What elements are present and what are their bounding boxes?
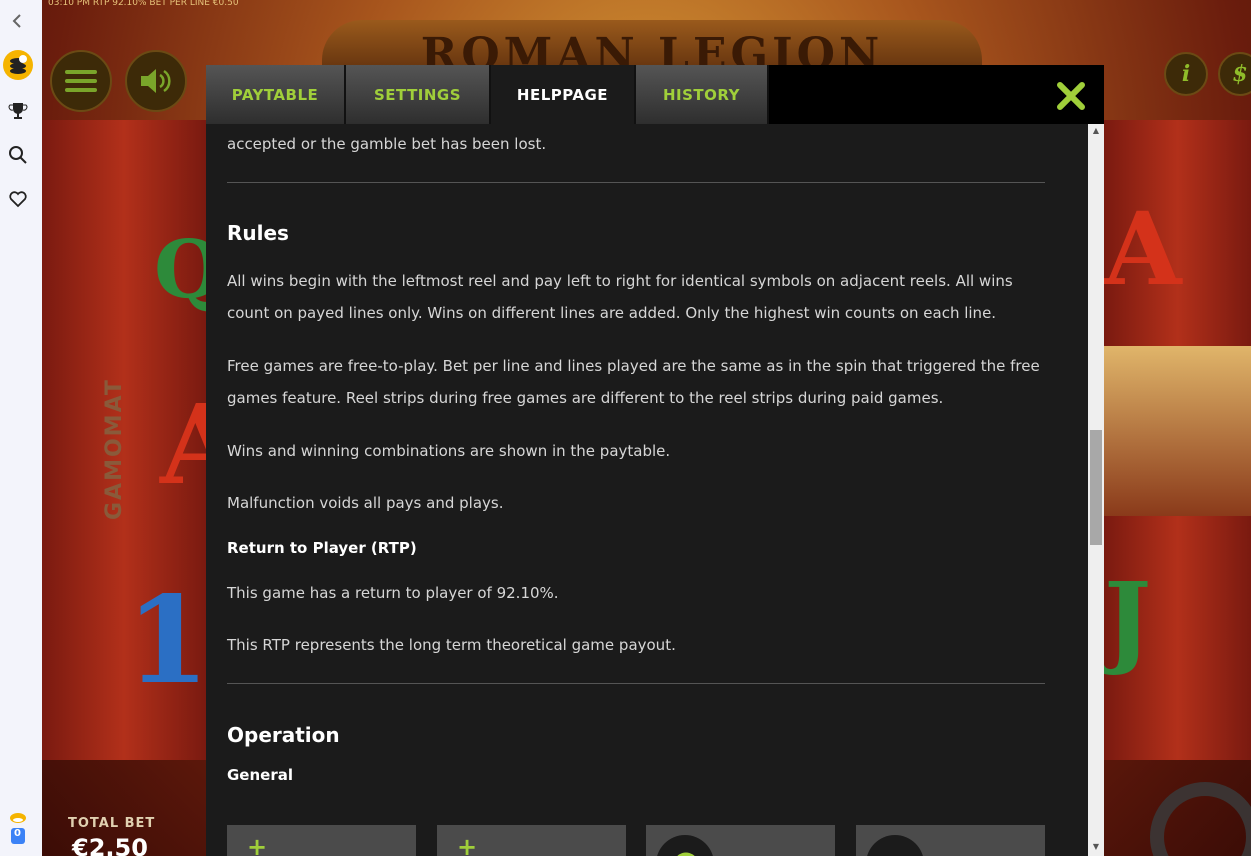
tab-paytable[interactable]: PAYTABLE: [206, 65, 346, 124]
info-icon: i: [1181, 61, 1191, 87]
rules-paragraph: Wins and winning combinations are shown …: [227, 442, 671, 460]
operation-card: [856, 825, 1045, 856]
bonus-count: 0: [14, 828, 21, 839]
close-icon: [1057, 82, 1085, 110]
provider-logo: GAMOMAT: [102, 378, 127, 520]
symbol-centurion: [1104, 346, 1251, 516]
help-content[interactable]: accepted or the gamble bet has been lost…: [206, 124, 1088, 856]
rules-paragraph: Malfunction voids all pays and plays.: [227, 494, 504, 512]
rtp-paragraph: This RTP represents the long term theore…: [227, 636, 676, 654]
trophy-icon[interactable]: [3, 96, 33, 126]
sound-button[interactable]: [125, 50, 187, 112]
symbol-green-j: J: [1104, 560, 1152, 678]
general-heading: General: [227, 766, 293, 784]
refresh-icon: [656, 835, 714, 856]
bonus-icon[interactable]: 0: [3, 808, 33, 850]
button-icon: [866, 835, 924, 856]
currency-button[interactable]: $: [1218, 52, 1251, 96]
menu-button[interactable]: [50, 50, 112, 112]
scroll-up-icon[interactable]: ▲: [1088, 126, 1104, 135]
dollar-icon: $: [1232, 61, 1248, 87]
browser-sidebar: 0: [0, 0, 42, 856]
speaker-icon: [141, 69, 171, 93]
tab-bar: PAYTABLE SETTINGS HELPPAGE HISTORY: [206, 65, 1104, 124]
rules-paragraph: Free games are free-to-play. Bet per lin…: [227, 357, 1040, 407]
tab-settings[interactable]: SETTINGS: [346, 65, 491, 124]
plus-icon: +: [457, 833, 478, 856]
coins-icon[interactable]: [3, 50, 33, 80]
divider: [227, 683, 1045, 684]
spin-button[interactable]: [1150, 782, 1251, 856]
rtp-heading: Return to Player (RTP): [227, 539, 417, 557]
scrollbar[interactable]: ▲ ▼: [1088, 124, 1104, 856]
tab-helppage[interactable]: HELPPAGE: [491, 65, 636, 124]
rtp-paragraph: This game has a return to player of 92.1…: [227, 584, 559, 602]
scroll-down-icon[interactable]: ▼: [1088, 842, 1104, 851]
divider: [227, 182, 1045, 183]
rules-heading: Rules: [227, 221, 289, 245]
status-line: 03:10 PM RTP 92.10% BET PER LINE €0.50: [48, 0, 239, 8]
tab-history[interactable]: HISTORY: [636, 65, 769, 124]
operation-heading: Operation: [227, 723, 340, 747]
operation-card: [646, 825, 835, 856]
info-button[interactable]: i: [1164, 52, 1208, 96]
back-chevron-icon[interactable]: [4, 8, 30, 34]
plus-icon: +: [247, 833, 268, 856]
search-icon[interactable]: [3, 140, 33, 170]
rules-paragraph: All wins begin with the leftmost reel an…: [227, 272, 1013, 322]
operation-card: +: [227, 825, 416, 856]
total-bet-value: €2.50: [72, 834, 148, 856]
menu-icon: [65, 70, 97, 92]
symbol-red-a-right: A: [1104, 190, 1182, 308]
close-button[interactable]: [1056, 81, 1086, 111]
total-bet-label: TOTAL BET: [68, 816, 156, 831]
scrollbar-thumb[interactable]: [1090, 430, 1102, 545]
heart-icon[interactable]: [3, 184, 33, 214]
previous-section-tail: accepted or the gamble bet has been lost…: [227, 135, 547, 153]
operation-card: +: [437, 825, 626, 856]
help-dialog: PAYTABLE SETTINGS HELPPAGE HISTORY accep…: [206, 65, 1104, 856]
